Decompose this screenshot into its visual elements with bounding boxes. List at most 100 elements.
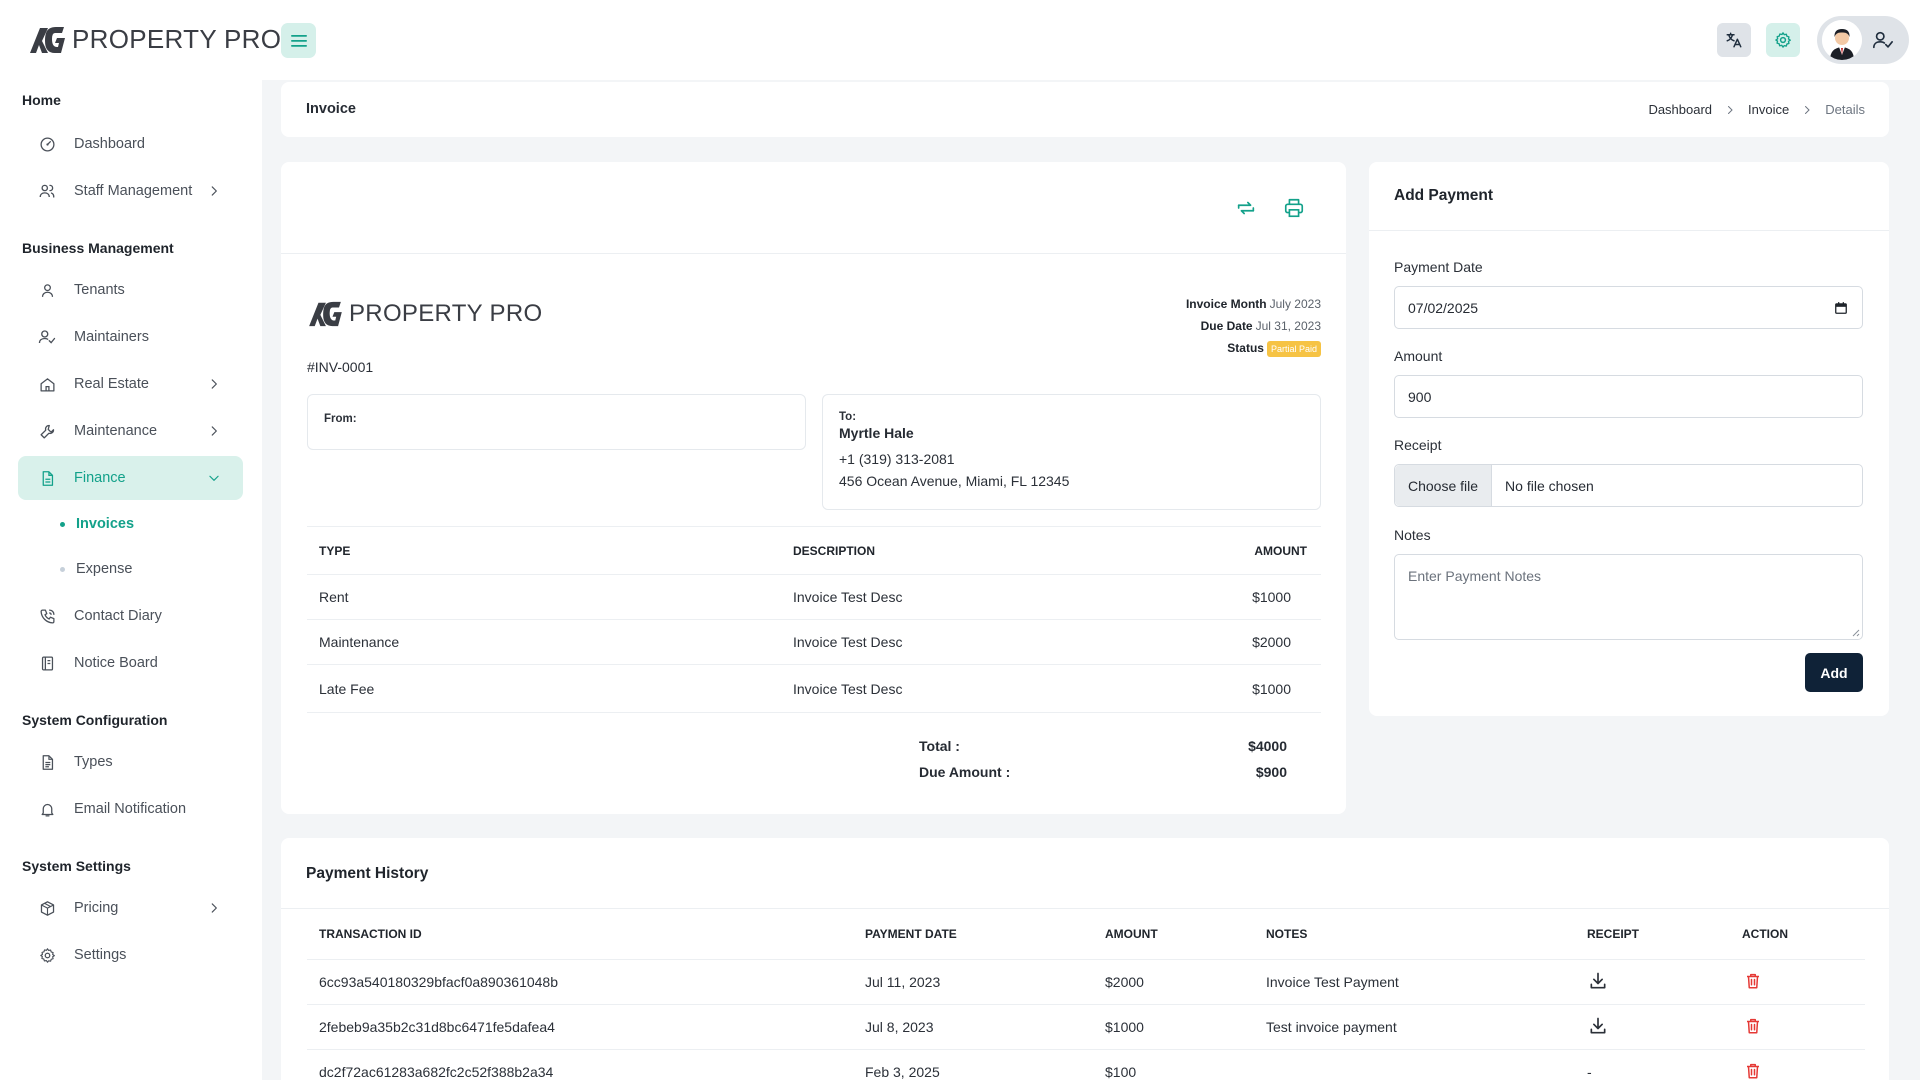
- refresh-button[interactable]: [1233, 195, 1259, 221]
- sidebar-item-dashboard[interactable]: Dashboard: [18, 122, 243, 166]
- item-amount: $1000: [1141, 574, 1321, 620]
- calendar-icon[interactable]: [1834, 301, 1848, 315]
- sidebar-item-real-estate[interactable]: Real Estate: [18, 362, 243, 406]
- sidebar-item-notice-board[interactable]: Notice Board: [18, 641, 243, 685]
- sidebar-section-business: Business Management: [22, 240, 174, 256]
- transaction-id: 6cc93a540180329bfacf0a890361048b: [307, 959, 853, 1005]
- sidebar-item-label: Maintainers: [74, 329, 149, 345]
- column-header: AMOUNT: [1141, 526, 1321, 575]
- column-header: AMOUNT: [1093, 909, 1254, 960]
- sidebar-item-tenants[interactable]: Tenants: [18, 268, 243, 312]
- sidebar-item-contact-diary[interactable]: Contact Diary: [18, 594, 243, 638]
- table-header-row: TYPE DESCRIPTION AMOUNT: [307, 526, 1321, 575]
- user-icon: [38, 281, 56, 299]
- amount-value: 900: [1408, 388, 1432, 405]
- package-icon: [38, 899, 56, 917]
- sidebar-subitem-expense[interactable]: Expense: [60, 561, 132, 577]
- gear-icon: [1775, 32, 1791, 48]
- sidebar-item-finance[interactable]: Finance: [18, 456, 243, 500]
- total-label: Total :: [919, 738, 960, 754]
- amount-input[interactable]: 900: [1394, 375, 1863, 418]
- payment-date: Jul 11, 2023: [853, 959, 1093, 1005]
- total-value: $4000: [1248, 738, 1287, 754]
- resize-grip-icon[interactable]: [1850, 627, 1860, 637]
- sidebar-section-home: Home: [22, 92, 61, 108]
- action-cell: [1730, 1004, 1865, 1050]
- home-icon: [38, 375, 56, 393]
- transaction-id: dc2f72ac61283a682fc2c52f388b2a34: [307, 1049, 853, 1080]
- print-button[interactable]: [1281, 195, 1307, 221]
- user-menu[interactable]: [1817, 16, 1909, 64]
- sidebar: Home Dashboard Staff Management Business…: [0, 80, 262, 1080]
- to-address-box: To: Myrtle Hale +1 (319) 313-2081 456 Oc…: [822, 394, 1321, 510]
- brand-logo[interactable]: PROPERTY PRO: [28, 24, 281, 55]
- choose-file-button[interactable]: Choose file: [1395, 465, 1493, 506]
- table-row: dc2f72ac61283a682fc2c52f388b2a34 Feb 3, …: [307, 1049, 1865, 1080]
- receipt-file-input[interactable]: Choose file No file chosen: [1394, 464, 1863, 507]
- amount-label: Amount: [1394, 348, 1443, 364]
- sidebar-subitem-invoices[interactable]: Invoices: [60, 516, 134, 532]
- column-header: DESCRIPTION: [781, 526, 1141, 575]
- column-header: TRANSACTION ID: [307, 909, 853, 960]
- column-header: TYPE: [307, 526, 781, 575]
- payment-date-label: Payment Date: [1394, 259, 1483, 275]
- brand-name: PROPERTY PRO: [72, 24, 282, 54]
- sidebar-subitem-label: Invoices: [76, 516, 135, 532]
- status-badge: Partial Paid: [1266, 340, 1321, 357]
- to-phone: +1 (319) 313-2081: [839, 451, 955, 467]
- sidebar-item-email-notification[interactable]: Email Notification: [18, 787, 243, 831]
- avatar: [1822, 20, 1862, 60]
- from-label: From:: [324, 413, 357, 425]
- chevron-down-icon: [207, 471, 221, 485]
- item-amount: $1000: [1141, 664, 1321, 713]
- breadcrumb-link-invoice[interactable]: Invoice: [1748, 102, 1789, 117]
- sidebar-item-pricing[interactable]: Pricing: [18, 886, 243, 930]
- add-payment-button[interactable]: Add: [1805, 653, 1863, 692]
- chevron-right-icon: [1801, 104, 1813, 116]
- dashboard-icon: [38, 135, 56, 153]
- breadcrumb-link-dashboard[interactable]: Dashboard: [1648, 102, 1712, 117]
- sidebar-item-label: Types: [74, 754, 113, 770]
- payment-date-value: 07/02/2025: [1408, 299, 1479, 316]
- settings-button[interactable]: [1766, 23, 1800, 57]
- sidebar-item-label: Notice Board: [74, 655, 158, 671]
- notes-textarea[interactable]: Enter Payment Notes: [1394, 554, 1863, 640]
- users-icon: [38, 182, 56, 200]
- to-label: To:: [839, 411, 857, 423]
- trash-icon[interactable]: [1742, 970, 1764, 992]
- printer-icon: [1284, 198, 1304, 218]
- sidebar-item-maintenance[interactable]: Maintenance: [18, 409, 243, 453]
- menu-toggle-button[interactable]: [281, 23, 316, 58]
- invoice-month: Invoice Month July 2023: [1185, 297, 1321, 311]
- download-icon[interactable]: [1587, 970, 1609, 992]
- payment-notes: Invoice Test Payment: [1254, 959, 1575, 1005]
- download-icon[interactable]: [1587, 1015, 1609, 1037]
- user-check-icon: [1872, 29, 1894, 51]
- add-payment-card: Add Payment Payment Date 07/02/2025 Amou…: [1369, 162, 1889, 716]
- trash-icon[interactable]: [1742, 1060, 1764, 1080]
- invoice-totals: Total : $4000 Due Amount : $900: [919, 738, 1287, 790]
- item-type: Rent: [307, 574, 781, 620]
- trash-icon[interactable]: [1742, 1015, 1764, 1037]
- hamburger-icon: [290, 34, 307, 47]
- payment-date-input[interactable]: 07/02/2025: [1394, 286, 1863, 329]
- item-description: Invoice Test Desc: [781, 619, 1141, 665]
- action-cell: [1730, 959, 1865, 1005]
- language-button[interactable]: [1717, 23, 1751, 57]
- item-description: Invoice Test Desc: [781, 574, 1141, 620]
- sidebar-item-label: Real Estate: [74, 376, 149, 392]
- to-address: 456 Ocean Avenue, Miami, FL 12345: [839, 473, 1070, 489]
- sidebar-item-staff-management[interactable]: Staff Management: [18, 169, 243, 213]
- payment-date: Feb 3, 2025: [853, 1049, 1093, 1080]
- sidebar-item-types[interactable]: Types: [18, 740, 243, 784]
- sidebar-item-maintainers[interactable]: Maintainers: [18, 315, 243, 359]
- breadcrumb: Dashboard Invoice Details: [1648, 102, 1865, 117]
- due-amount-value: $900: [1255, 764, 1287, 780]
- table-row: Maintenance Invoice Test Desc $2000: [307, 619, 1321, 665]
- column-header: ACTION: [1730, 909, 1865, 960]
- invoice-logo: PROPERTY PRO: [307, 300, 542, 328]
- sidebar-item-settings[interactable]: Settings: [18, 933, 243, 977]
- column-header: RECEIPT: [1575, 909, 1730, 960]
- refresh-icon: [1237, 201, 1255, 215]
- avatar-person-icon: [1822, 20, 1862, 60]
